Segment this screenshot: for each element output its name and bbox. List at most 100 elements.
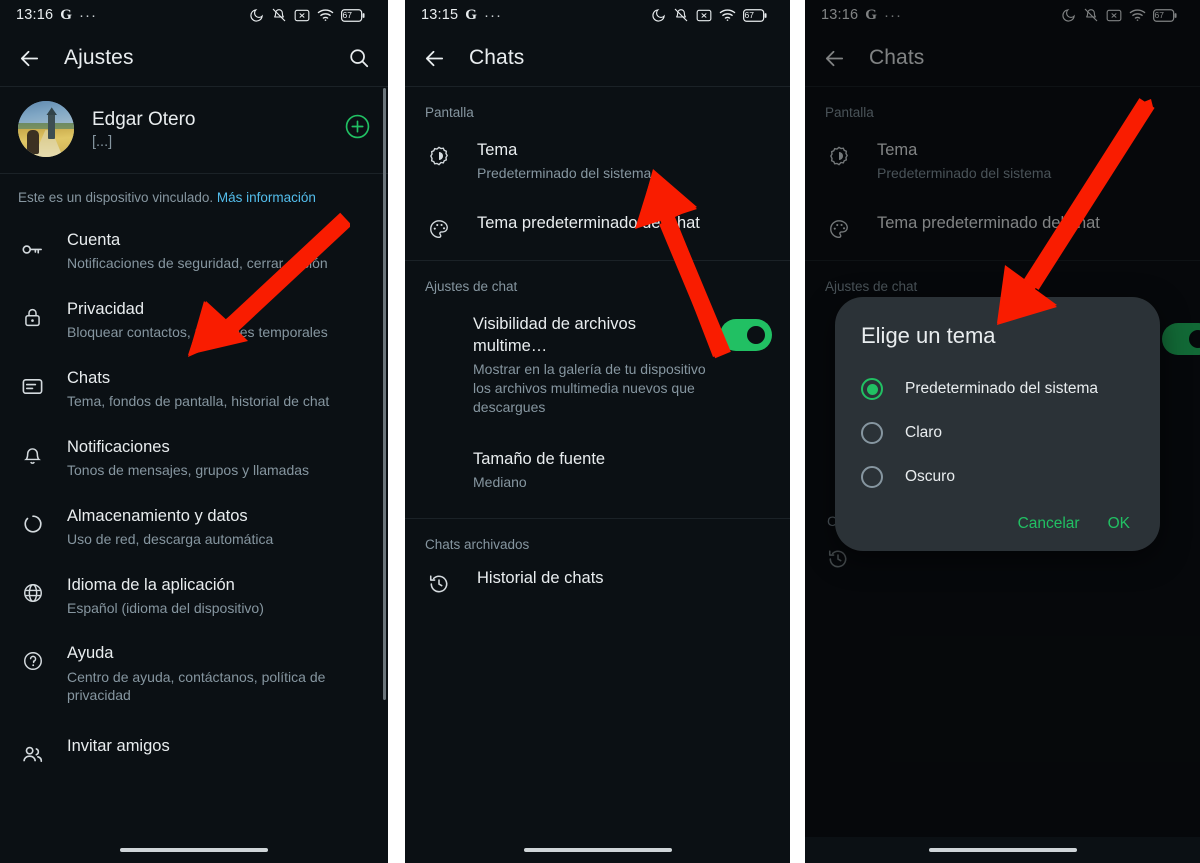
chats-item-tamano-fuente[interactable]: Tamaño de fuente Mediano — [405, 429, 790, 504]
page-title: Ajustes — [64, 46, 134, 69]
panel-gap-2 — [790, 0, 805, 863]
settings-item-title: Invitar amigos — [67, 736, 170, 755]
settings-item-text: Almacenamiento y datos Uso de red, desca… — [67, 506, 370, 549]
settings-item-privacidad[interactable]: Privacidad Bloquear contactos, mensajes … — [0, 286, 388, 355]
chats-item-subtitle: Mostrar en la galería de tu dispositivo … — [473, 361, 706, 415]
status-bar: 13:15 G ··· 67 — [405, 0, 790, 30]
chats-item-tema[interactable]: Tema Predeterminado del sistema — [405, 130, 790, 195]
wifi-icon — [1129, 8, 1146, 22]
radio-option-dark[interactable]: Oscuro — [835, 455, 1160, 499]
settings-item-title: Notificaciones — [67, 437, 170, 456]
settings-item-subtitle: Tema, fondos de pantalla, historial de c… — [67, 393, 330, 410]
chats-item-visibilidad[interactable]: Visibilidad de archivos multime… Mostrar… — [405, 304, 790, 429]
chats-item-tema-chat[interactable]: Tema predeterminado del chat — [405, 195, 790, 260]
settings-item-chats[interactable]: Chats Tema, fondos de pantalla, historia… — [0, 355, 388, 424]
phone-panel-settings: 13:16 G ··· 67 Ajustes Edgar Otero [...]… — [0, 0, 388, 863]
bell-muted-icon — [673, 7, 689, 23]
profile-name: Edgar Otero — [92, 108, 196, 130]
section-header-pantalla: Pantalla — [825, 105, 874, 120]
chats-item-text: Tamaño de fuente Mediano — [427, 449, 772, 492]
add-status-icon[interactable] — [345, 114, 370, 144]
radio-option-light[interactable]: Claro — [835, 411, 1160, 455]
contrast-icon — [427, 140, 451, 167]
back-arrow-icon[interactable] — [821, 45, 847, 71]
palette-icon — [427, 213, 451, 240]
search-icon[interactable] — [346, 45, 372, 71]
nav-pill[interactable] — [523, 848, 672, 852]
media-visibility-toggle[interactable] — [720, 319, 772, 352]
status-bar-right: 67 — [1061, 7, 1186, 23]
status-time: 13:15 — [421, 7, 459, 23]
gesture-nav-bar — [0, 837, 388, 863]
chats-item-historial[interactable]: Historial de chats — [405, 562, 790, 607]
settings-item-text: Privacidad Bloquear contactos, mensajes … — [67, 299, 370, 342]
radio-unselected-icon — [861, 422, 883, 444]
nav-pill[interactable] — [120, 848, 268, 852]
app-bar: Ajustes — [0, 30, 388, 86]
radio-option-system[interactable]: Predeterminado del sistema — [835, 367, 1160, 411]
settings-item-ayuda[interactable]: Ayuda Centro de ayuda, contáctanos, polí… — [0, 630, 388, 717]
wifi-icon — [719, 8, 736, 22]
more-info-link[interactable]: Más información — [217, 190, 316, 205]
status-overflow-icon: ··· — [883, 6, 902, 24]
vertical-scrollbar[interactable] — [383, 88, 386, 700]
battery-level: 67 — [744, 10, 754, 20]
status-bar: 13:16 G ··· 67 — [0, 0, 388, 30]
settings-item-text: Notificaciones Tonos de mensajes, grupos… — [67, 437, 370, 480]
status-overflow-icon: ··· — [78, 6, 97, 24]
chats-item-text: Tema Predeterminado del sistema — [477, 140, 772, 183]
profile-row[interactable]: Edgar Otero [...] — [0, 87, 388, 173]
nav-pill[interactable] — [928, 848, 1077, 852]
settings-item-idioma[interactable]: Idioma de la aplicación Español (idioma … — [0, 562, 388, 631]
media-visibility-toggle[interactable] — [1162, 318, 1200, 355]
avatar[interactable] — [18, 101, 74, 157]
settings-item-subtitle: Centro de ayuda, contáctanos, política d… — [67, 668, 326, 704]
chat-icon — [20, 368, 45, 398]
gesture-nav-bar — [405, 837, 790, 863]
battery-icon: 67 — [742, 8, 776, 22]
toggle-knob — [744, 323, 768, 348]
settings-item-title: Idioma de la aplicación — [67, 575, 235, 594]
screenshot-stage: 13:16 G ··· 67 Ajustes Edgar Otero [...]… — [0, 0, 1200, 863]
settings-item-notificaciones[interactable]: Notificaciones Tonos de mensajes, grupos… — [0, 424, 388, 493]
settings-item-subtitle: Notificaciones de seguridad, cerrar sesi… — [67, 255, 328, 272]
battery-level: 67 — [1154, 10, 1164, 20]
status-bar-right: 67 — [651, 7, 776, 23]
settings-item-text: Cuenta Notificaciones de seguridad, cerr… — [67, 230, 370, 273]
people-icon — [20, 736, 45, 766]
phone-panel-chats: 13:15 G ··· 67 Chats Pantalla Tema Prede… — [405, 0, 790, 863]
radio-unselected-icon — [861, 466, 883, 488]
google-logo-icon: G — [865, 6, 877, 23]
settings-item-almacenamiento[interactable]: Almacenamiento y datos Uso de red, desca… — [0, 493, 388, 562]
key-icon — [20, 230, 45, 260]
settings-item-title: Almacenamiento y datos — [67, 506, 248, 525]
status-time: 13:16 — [16, 7, 54, 23]
ok-button[interactable]: OK — [1108, 515, 1130, 533]
status-bar-left: 13:15 G ··· — [421, 7, 502, 24]
contrast-icon — [827, 140, 851, 167]
palette-icon — [827, 213, 851, 240]
chats-item-subtitle: Predeterminado del sistema — [477, 165, 652, 182]
status-bar-right: 67 — [249, 7, 374, 23]
chats-item-title: Tema predeterminado del chat — [877, 214, 1100, 233]
settings-item-invitar[interactable]: Invitar amigos — [0, 718, 388, 779]
chats-item-text: Tema predeterminado del chat — [877, 213, 1182, 234]
settings-item-text: Ayuda Centro de ayuda, contáctanos, polí… — [67, 643, 370, 704]
theme-dialog: Elige un tema Predeterminado del sistema… — [835, 297, 1160, 551]
section-header-ajustes-chat: Ajustes de chat — [425, 279, 518, 295]
moon-icon — [651, 8, 666, 23]
chats-item-tema-chat[interactable]: Tema predeterminado del chat — [805, 195, 1200, 260]
settings-item-cuenta[interactable]: Cuenta Notificaciones de seguridad, cerr… — [0, 217, 388, 286]
settings-list: Cuenta Notificaciones de seguridad, cerr… — [0, 217, 388, 789]
battery-icon: 67 — [1152, 8, 1186, 22]
chats-item-tema[interactable]: Tema Predeterminado del sistema — [805, 130, 1200, 195]
cancel-button[interactable]: Cancelar — [1018, 515, 1080, 533]
x-box-icon — [294, 9, 310, 22]
status-overflow-icon: ··· — [483, 6, 502, 24]
back-arrow-icon[interactable] — [16, 45, 42, 71]
x-box-icon — [696, 9, 712, 22]
back-arrow-icon[interactable] — [421, 45, 447, 71]
radio-option-label: Claro — [905, 424, 943, 441]
app-bar: Chats — [405, 30, 790, 86]
wifi-icon — [317, 8, 334, 22]
